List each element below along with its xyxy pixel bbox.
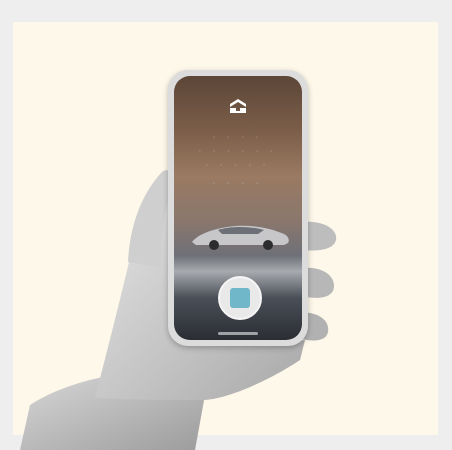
tagline-line-4: · · · ·: [212, 180, 264, 187]
qr-badge[interactable]: [218, 276, 262, 320]
tagline-line-1: · · · ·: [212, 134, 264, 141]
nio-logo-icon: [230, 99, 246, 113]
tagline-line-2: · · · · · ·: [198, 148, 278, 155]
tagline-line-3: · · · · ·: [205, 162, 271, 169]
car-icon: [192, 225, 289, 250]
smartphone: · · · · · · · · · · · · · · · · · · ·: [168, 70, 308, 346]
phone-screen: · · · · · · · · · · · · · · · · · · ·: [174, 76, 302, 340]
home-indicator: [218, 332, 258, 335]
qr-code-icon: [230, 288, 250, 308]
